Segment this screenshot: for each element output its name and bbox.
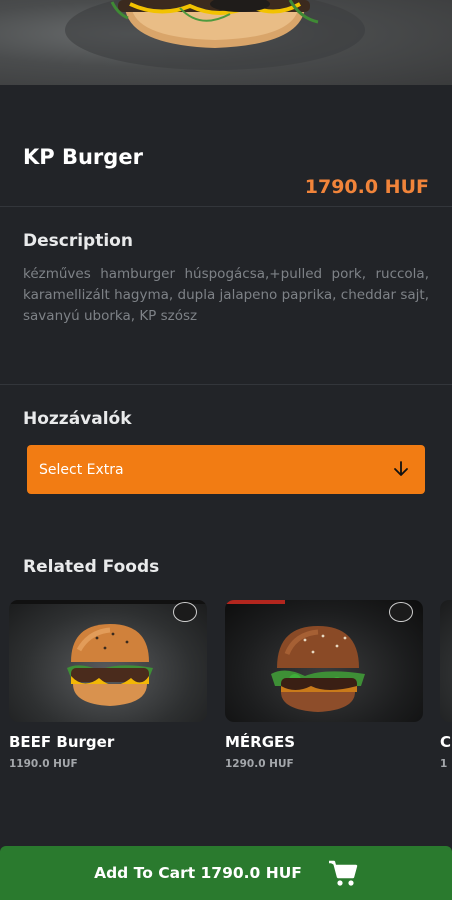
- divider: [0, 206, 452, 207]
- product-price: 1790.0 HUF: [304, 176, 429, 198]
- related-food-card-merges[interactable]: MÉRGES 1290.0 HUF: [225, 600, 423, 770]
- description-title: Description: [23, 231, 133, 251]
- add-to-cart-label: Add To Cart 1790.0 HUF: [94, 864, 302, 882]
- logo-badge: [173, 602, 197, 622]
- product-name: KP Burger: [23, 145, 143, 169]
- food-image: [9, 600, 207, 722]
- divider: [0, 384, 452, 385]
- food-image: [225, 600, 423, 722]
- extras-title: Hozzávalók: [23, 409, 132, 429]
- food-name: C: [440, 733, 452, 751]
- food-price: 1: [440, 758, 448, 770]
- food-image: [440, 600, 452, 722]
- logo-badge: [389, 602, 413, 622]
- description-text: kézműves hamburger húspogácsa,+pulled po…: [23, 266, 429, 324]
- food-price: 1290.0 HUF: [225, 758, 294, 770]
- hero-image: [0, 0, 452, 85]
- food-name: MÉRGES: [225, 733, 296, 751]
- select-extra-label: Select Extra: [39, 461, 124, 478]
- shopping-cart-icon: [328, 860, 358, 886]
- select-extra-dropdown[interactable]: Select Extra: [27, 445, 425, 494]
- related-food-card-beef-burger[interactable]: BEEF Burger 1190.0 HUF: [9, 600, 207, 770]
- add-to-cart-button[interactable]: Add To Cart 1790.0 HUF: [0, 846, 452, 900]
- related-foods-title: Related Foods: [23, 557, 160, 577]
- related-food-card-partial[interactable]: C 1: [440, 600, 452, 770]
- arrow-down-icon: [394, 461, 408, 476]
- product-header: KP Burger 1790.0 HUF: [0, 85, 452, 206]
- food-name: BEEF Burger: [9, 733, 115, 751]
- food-price: 1190.0 HUF: [9, 758, 78, 770]
